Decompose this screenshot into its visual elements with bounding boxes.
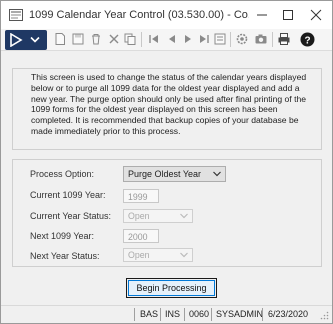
minimize-icon[interactable] bbox=[248, 1, 276, 29]
app-icon bbox=[9, 9, 23, 21]
next-year-label: Next 1099 Year: bbox=[30, 231, 95, 241]
lookup-icon[interactable] bbox=[213, 32, 227, 46]
status-mode: INS bbox=[165, 309, 181, 319]
process-option-label: Process Option: bbox=[30, 169, 95, 179]
status-separator bbox=[211, 308, 212, 321]
next-record-icon[interactable] bbox=[181, 32, 195, 46]
status-separator bbox=[184, 308, 185, 321]
application-window: 1099 Calendar Year Control (03.530.00) -… bbox=[0, 0, 333, 324]
sage-logo-icon bbox=[10, 33, 23, 47]
next-status-select: Open bbox=[123, 248, 193, 262]
delete-icon[interactable] bbox=[89, 32, 103, 46]
current-status-select: Open bbox=[123, 209, 193, 223]
next-year-field: 2000 bbox=[123, 229, 159, 243]
info-text: This screen is used to change the status… bbox=[31, 72, 307, 136]
cancel-icon[interactable] bbox=[107, 32, 121, 46]
status-date: 6/23/2020 bbox=[268, 309, 309, 319]
close-icon[interactable] bbox=[302, 1, 330, 29]
status-separator bbox=[134, 308, 135, 321]
current-year-field: 1999 bbox=[123, 189, 159, 203]
camera-icon[interactable] bbox=[254, 32, 268, 46]
toolbar: ? bbox=[1, 29, 332, 51]
status-separator bbox=[160, 308, 161, 321]
status-separator bbox=[262, 308, 263, 321]
toolbar-separator bbox=[230, 32, 231, 47]
last-record-icon[interactable] bbox=[197, 32, 211, 46]
chevron-down-icon bbox=[180, 252, 188, 258]
window-title: 1099 Calendar Year Control (03.530.00) -… bbox=[29, 9, 249, 21]
new-icon[interactable] bbox=[53, 32, 67, 46]
process-option-select[interactable]: Purge Oldest Year bbox=[123, 166, 226, 182]
svg-text:?: ? bbox=[304, 35, 310, 46]
process-option-value: Purge Oldest Year bbox=[128, 169, 202, 179]
form-panel: Process Option: Purge Oldest Year Curren… bbox=[12, 159, 322, 267]
status-bar: BAS INS 0060 SYSADMIN 6/23/2020 bbox=[1, 305, 332, 323]
next-status-label: Next Year Status: bbox=[30, 251, 100, 261]
first-record-icon[interactable] bbox=[147, 32, 161, 46]
title-bar: 1099 Calendar Year Control (03.530.00) -… bbox=[1, 1, 332, 29]
help-icon[interactable]: ? bbox=[300, 32, 315, 47]
current-year-label: Current 1099 Year: bbox=[30, 190, 106, 200]
chevron-down-icon bbox=[30, 36, 40, 43]
next-status-value: Open bbox=[128, 250, 150, 260]
copy-icon[interactable] bbox=[123, 32, 137, 46]
status-user: SYSADMIN bbox=[216, 309, 264, 319]
status-company: 0060 bbox=[189, 309, 210, 319]
print-icon[interactable] bbox=[277, 32, 291, 46]
main-menu-button[interactable] bbox=[5, 30, 47, 50]
chevron-down-icon bbox=[180, 213, 188, 219]
settings-icon[interactable] bbox=[235, 32, 249, 46]
current-status-value: Open bbox=[128, 211, 150, 221]
current-status-label: Current Year Status: bbox=[30, 211, 112, 221]
resize-grip-icon[interactable] bbox=[320, 311, 329, 320]
info-panel: This screen is used to change the status… bbox=[12, 68, 322, 150]
chevron-down-icon bbox=[213, 171, 221, 177]
toolbar-separator bbox=[141, 32, 142, 47]
previous-record-icon[interactable] bbox=[165, 32, 179, 46]
begin-processing-button[interactable]: Begin Processing bbox=[128, 280, 215, 296]
status-module: BAS bbox=[140, 309, 159, 319]
maximize-icon[interactable] bbox=[274, 1, 302, 29]
save-icon[interactable] bbox=[71, 32, 85, 46]
toolbar-separator bbox=[272, 32, 273, 47]
